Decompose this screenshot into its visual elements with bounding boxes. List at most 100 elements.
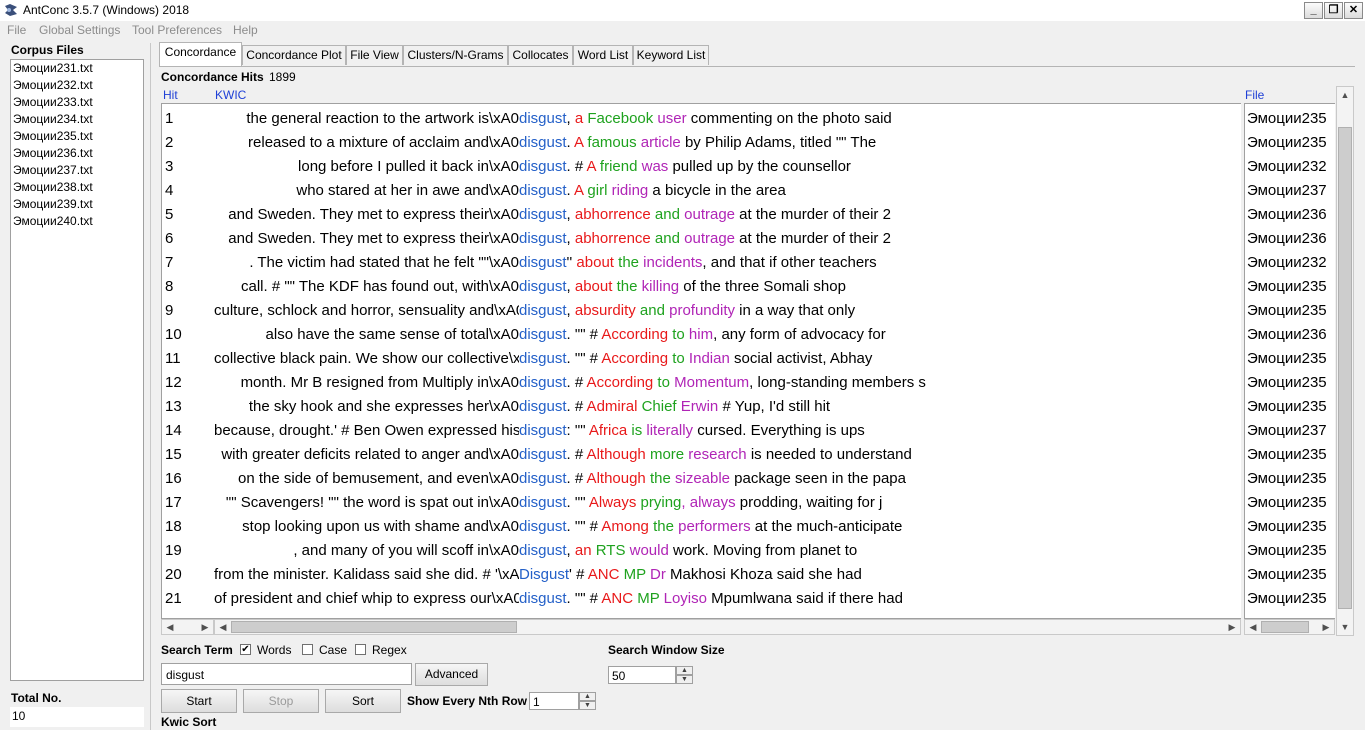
kwic-row[interactable]: and Sweden. They met to express their\xA…	[214, 203, 1241, 227]
hit-number[interactable]: 2	[165, 131, 173, 155]
hit-number[interactable]: 10	[165, 323, 182, 347]
hit-number[interactable]: 13	[165, 395, 182, 419]
keyword-hit[interactable]: disgust. "" Always prying, always proddi…	[519, 491, 882, 515]
corpus-file-item[interactable]: Эмоции232.txt	[13, 78, 93, 92]
file-cell[interactable]: Эмоции235	[1247, 587, 1327, 611]
kwic-row[interactable]: who stared at her in awe and\xA0 disgust.…	[214, 179, 1241, 203]
hit-number[interactable]: 12	[165, 371, 182, 395]
corpus-file-item[interactable]: Эмоции234.txt	[13, 112, 93, 126]
hit-number[interactable]: 21	[165, 587, 182, 611]
kwic-row[interactable]: on the side of bemusement, and even\xA0 d…	[214, 467, 1241, 491]
keyword-hit[interactable]: disgust. # According to Momentum, long-s…	[519, 371, 926, 395]
hit-number[interactable]: 9	[165, 299, 173, 323]
keyword-hit[interactable]: disgust, an RTS would work. Moving from …	[519, 539, 857, 563]
corpus-file-item[interactable]: Эмоции239.txt	[13, 197, 93, 211]
file-cell[interactable]: Эмоции235	[1247, 539, 1327, 563]
kwic-hscrollbar[interactable]: ◀ ▶	[214, 619, 1241, 635]
hit-number[interactable]: 6	[165, 227, 173, 251]
kwic-row[interactable]: "" Scavengers! "" the word is spat out i…	[214, 491, 1241, 515]
keyword-hit[interactable]: disgust. # Although the sizeable package…	[519, 467, 906, 491]
keyword-hit[interactable]: disgust, abhorrence and outrage at the m…	[519, 203, 891, 227]
hit-column-hscrollbar[interactable]: ◀ ▶	[161, 619, 214, 635]
kwic-row[interactable]: released to a mixture of acclaim and\xA0…	[214, 131, 1241, 155]
scroll-right-arrow-icon[interactable]: ▶	[1319, 620, 1333, 634]
tab-concordance[interactable]: Concordance	[159, 42, 242, 66]
keyword-hit[interactable]: disgust. "" # ANC MP Loyiso Mpumlwana sa…	[519, 587, 903, 611]
keyword-hit[interactable]: disgust. "" # According to him, any form…	[519, 323, 886, 347]
search-term-input[interactable]: disgust	[161, 663, 412, 685]
start-button[interactable]: Start	[161, 689, 237, 713]
corpus-file-item[interactable]: Эмоции240.txt	[13, 214, 93, 228]
kwic-row[interactable]: collective black pain. We show our colle…	[214, 347, 1241, 371]
close-icon[interactable]: ✕	[1344, 2, 1363, 19]
scroll-left-arrow-icon[interactable]: ◀	[163, 620, 177, 634]
corpus-file-list[interactable]: Эмоции231.txt Эмоции232.txt Эмоции233.txt Э…	[10, 59, 144, 681]
tab-keyword-list[interactable]: Keyword List	[633, 45, 709, 65]
kwic-results-pane[interactable]: the general reaction to the artwork is\x…	[214, 103, 1241, 619]
kwic-row[interactable]: of president and chief whip to express o…	[214, 587, 1241, 611]
advanced-button[interactable]: Advanced	[415, 663, 488, 686]
kwic-row[interactable]: long before I pulled it back in\xA0 disgu…	[214, 155, 1241, 179]
file-column-hscrollbar[interactable]: ◀ ▶	[1244, 619, 1335, 635]
tab-word-list[interactable]: Word List	[573, 45, 633, 65]
file-cell[interactable]: Эмоции235	[1247, 467, 1327, 491]
kwic-row[interactable]: . The victim had stated that he felt ""\…	[214, 251, 1241, 275]
hit-number[interactable]: 20	[165, 563, 182, 587]
file-cell[interactable]: Эмоции235	[1247, 515, 1327, 539]
tab-clusters-ngrams[interactable]: Clusters/N-Grams	[403, 45, 508, 65]
kwic-row[interactable]: the general reaction to the artwork is\x…	[214, 107, 1241, 131]
restore-icon[interactable]: ❐	[1324, 2, 1343, 19]
hit-number[interactable]: 3	[165, 155, 173, 179]
scroll-right-arrow-icon[interactable]: ▶	[198, 620, 212, 634]
corpus-file-item[interactable]: Эмоции238.txt	[13, 180, 93, 194]
scroll-up-arrow-icon[interactable]: ▲	[1338, 88, 1352, 102]
kwic-row[interactable]: call. # "" The KDF has found out, with\x…	[214, 275, 1241, 299]
file-column-header[interactable]: File	[1245, 88, 1264, 102]
search-window-size-input[interactable]: 50	[608, 666, 676, 684]
keyword-hit[interactable]: disgust. # A friend was pulled up by the…	[519, 155, 851, 179]
sort-button[interactable]: Sort	[325, 689, 401, 713]
regex-checkbox[interactable]	[355, 644, 366, 655]
kwic-row[interactable]: with greater deficits related to anger a…	[214, 443, 1241, 467]
keyword-hit[interactable]: disgust'' about the incidents, and that …	[519, 251, 877, 275]
file-cell[interactable]: Эмоции235	[1247, 275, 1327, 299]
keyword-hit[interactable]: disgust, a Facebook user commenting on t…	[519, 107, 892, 131]
file-cell[interactable]: Эмоции237	[1247, 419, 1327, 443]
words-checkbox[interactable]: ✔	[240, 644, 251, 655]
keyword-hit[interactable]: disgust. A famous article by Philip Adam…	[519, 131, 876, 155]
hit-number[interactable]: 18	[165, 515, 182, 539]
kwic-row[interactable]: also have the same sense of total\xA0 dis…	[214, 323, 1241, 347]
file-cell[interactable]: Эмоции235	[1247, 395, 1327, 419]
hit-number[interactable]: 15	[165, 443, 182, 467]
hit-number[interactable]: 8	[165, 275, 173, 299]
keyword-hit[interactable]: disgust, abhorrence and outrage at the m…	[519, 227, 891, 251]
tab-concordance-plot[interactable]: Concordance Plot	[242, 45, 346, 65]
menu-help[interactable]: Help	[233, 23, 258, 37]
keyword-hit[interactable]: disgust, absurdity and profundity in a w…	[519, 299, 855, 323]
file-cell[interactable]: Эмоции236	[1247, 323, 1327, 347]
hit-number[interactable]: 7	[165, 251, 173, 275]
kwic-hscroll-thumb[interactable]	[231, 621, 517, 633]
kwic-column-header[interactable]: KWIC	[215, 88, 246, 102]
kwic-row[interactable]: from the minister. Kalidass said she did…	[214, 563, 1241, 587]
kwic-row[interactable]: the sky hook and she expresses her\xA0 di…	[214, 395, 1241, 419]
tab-file-view[interactable]: File View	[346, 45, 403, 65]
file-cell[interactable]: Эмоции235	[1247, 443, 1327, 467]
vertical-scroll-thumb[interactable]	[1338, 127, 1352, 609]
kwic-row[interactable]: culture, schlock and horror, sensuality …	[214, 299, 1241, 323]
hit-number[interactable]: 11	[165, 347, 181, 371]
hit-number-column[interactable]: 1 2 3 4 5 6 7 8 9 10 11 12 13 14 15 16 17 18 19 20 21	[161, 103, 214, 619]
vertical-scrollbar[interactable]: ▲ ▼	[1336, 86, 1354, 636]
hit-number[interactable]: 19	[165, 539, 182, 563]
keyword-hit[interactable]: disgust, about the killing of the three …	[519, 275, 846, 299]
nth-row-input[interactable]: 1	[529, 692, 579, 710]
hit-number[interactable]: 16	[165, 467, 182, 491]
keyword-hit[interactable]: disgust. A girl riding a bicycle in the …	[519, 179, 786, 203]
kwic-row[interactable]: stop looking upon us with shame and\xA0 d…	[214, 515, 1241, 539]
file-hscroll-thumb[interactable]	[1261, 621, 1309, 633]
keyword-hit[interactable]: disgust. "" # Among the performers at th…	[519, 515, 902, 539]
kwic-row[interactable]: and Sweden. They met to express their\xA…	[214, 227, 1241, 251]
menu-file[interactable]: File	[7, 23, 26, 37]
file-cell[interactable]: Эмоции235	[1247, 491, 1327, 515]
menu-global-settings[interactable]: Global Settings	[39, 23, 120, 37]
